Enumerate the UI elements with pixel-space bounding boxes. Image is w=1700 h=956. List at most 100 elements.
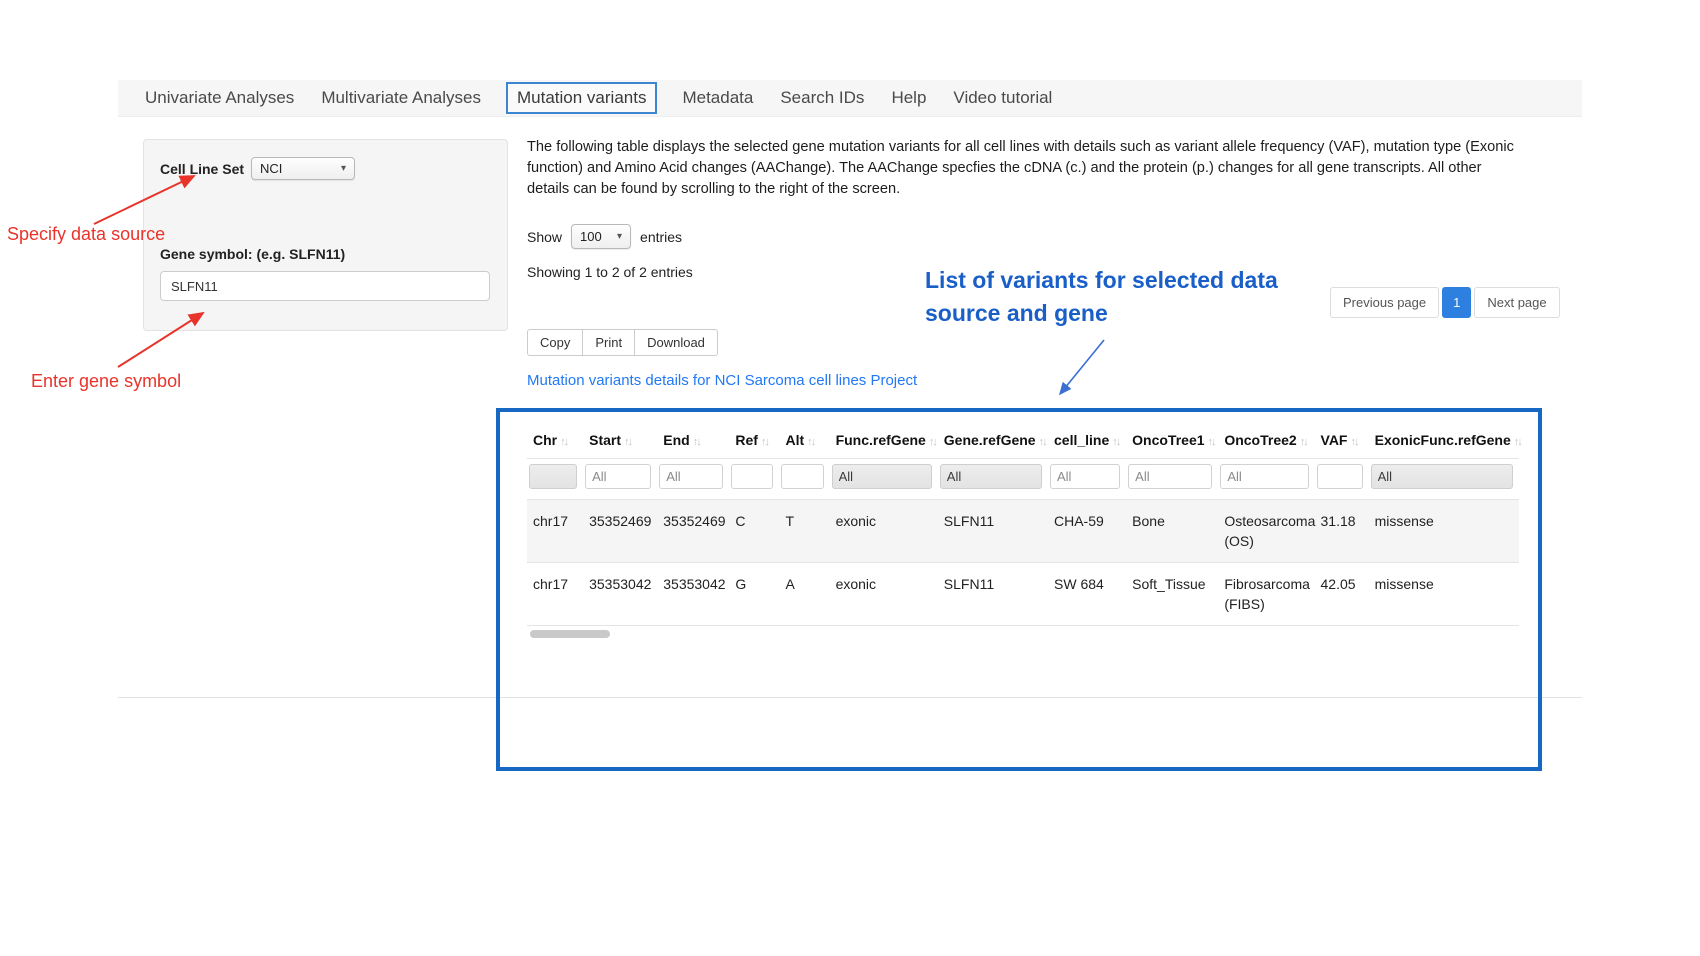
column-label: Gene.refGene — [944, 432, 1036, 448]
page-length-value: 100 — [580, 229, 602, 244]
print-button[interactable]: Print — [582, 329, 635, 356]
blue-arrow-to-table — [1040, 336, 1120, 404]
top-navigation: Univariate Analyses Multivariate Analyses… — [118, 80, 1582, 117]
table-cell: SLFN11 — [938, 563, 1048, 626]
annotation-enter-gene-symbol: Enter gene symbol — [31, 371, 181, 392]
tab-search-ids[interactable]: Search IDs — [778, 82, 866, 114]
column-header-gene-refgene[interactable]: Gene.refGene↑↓ — [938, 422, 1048, 459]
table-cell: CHA-59 — [1048, 500, 1126, 563]
column-header-cell-line[interactable]: cell_line↑↓ — [1048, 422, 1126, 459]
table-cell: chr17 — [527, 563, 583, 626]
table-cell: Fibrosarcoma (FIBS) — [1218, 563, 1314, 626]
sort-icon: ↑↓ — [1112, 436, 1119, 448]
table-cell: SLFN11 — [938, 500, 1048, 563]
copy-button[interactable]: Copy — [527, 329, 583, 356]
previous-page-button[interactable]: Previous page — [1330, 287, 1439, 318]
export-button-group: Copy Print Download — [527, 329, 718, 356]
filter-gene-refgene[interactable] — [940, 464, 1042, 489]
horizontal-scrollbar[interactable] — [527, 629, 1519, 639]
filter-exonicfunc-refgene[interactable] — [1371, 464, 1513, 489]
column-header-chr[interactable]: Chr↑↓ — [527, 422, 583, 459]
filter-cell — [729, 459, 779, 500]
table-cell: Osteosarcoma (OS) — [1218, 500, 1314, 563]
filter-end[interactable] — [659, 464, 723, 489]
filter-cell — [657, 459, 729, 500]
tab-video-tutorial[interactable]: Video tutorial — [951, 82, 1054, 114]
tab-univariate-analyses[interactable]: Univariate Analyses — [143, 82, 296, 114]
annotation-variants-list: List of variants for selected data sourc… — [925, 264, 1323, 330]
filter-cell — [1218, 459, 1314, 500]
filter-chr[interactable] — [529, 464, 577, 489]
table-title-link[interactable]: Mutation variants details for NCI Sarcom… — [527, 372, 917, 389]
sort-icon: ↑↓ — [560, 436, 567, 448]
column-label: OncoTree1 — [1132, 432, 1204, 448]
column-label: Ref — [735, 432, 758, 448]
table-cell: chr17 — [527, 500, 583, 563]
tab-help[interactable]: Help — [889, 82, 928, 114]
column-label: ExonicFunc.refGene — [1375, 432, 1511, 448]
filter-alt[interactable] — [781, 464, 823, 489]
filter-oncotree2[interactable] — [1220, 464, 1308, 489]
pagination: Previous page 1 Next page — [1330, 287, 1560, 318]
column-header-ref[interactable]: Ref↑↓ — [729, 422, 779, 459]
column-header-start[interactable]: Start↑↓ — [583, 422, 657, 459]
filter-oncotree1[interactable] — [1128, 464, 1212, 489]
column-header-oncotree1[interactable]: OncoTree1↑↓ — [1126, 422, 1218, 459]
table-cell: 35352469 — [657, 500, 729, 563]
table-row[interactable]: chr173535246935352469CTexonicSLFN11CHA-5… — [527, 500, 1519, 563]
filter-cell — [583, 459, 657, 500]
nav-tabs: Univariate Analyses Multivariate Analyses… — [118, 80, 1582, 116]
gene-symbol-input[interactable] — [160, 271, 490, 301]
column-label: End — [663, 432, 689, 448]
column-header-alt[interactable]: Alt↑↓ — [779, 422, 829, 459]
current-page-button[interactable]: 1 — [1442, 287, 1471, 318]
page-length-select[interactable]: 100 ▾ — [571, 224, 631, 249]
cell-line-set-row: Cell Line Set NCI ▾ — [160, 157, 491, 180]
column-header-func-refgene[interactable]: Func.refGene↑↓ — [830, 422, 938, 459]
filter-start[interactable] — [585, 464, 651, 489]
column-label: Chr — [533, 432, 557, 448]
filter-func-refgene[interactable] — [832, 464, 932, 489]
tab-metadata[interactable]: Metadata — [680, 82, 755, 114]
column-header-exonicfunc-refgene[interactable]: ExonicFunc.refGene↑↓ — [1369, 422, 1519, 459]
cell-line-set-value: NCI — [260, 161, 282, 176]
table-cell: 31.18 — [1315, 500, 1369, 563]
sort-icon: ↑↓ — [1350, 436, 1357, 448]
column-header-end[interactable]: End↑↓ — [657, 422, 729, 459]
download-button[interactable]: Download — [634, 329, 718, 356]
filter-ref[interactable] — [731, 464, 773, 489]
table-cell: 35353042 — [583, 563, 657, 626]
sort-icon: ↑↓ — [807, 436, 814, 448]
table-cell: exonic — [830, 563, 938, 626]
scrollbar-thumb[interactable] — [530, 630, 610, 638]
sort-icon: ↑↓ — [1300, 436, 1307, 448]
table-header-row: Chr↑↓Start↑↓End↑↓Ref↑↓Alt↑↓Func.refGene↑… — [527, 422, 1519, 459]
entries-label: entries — [640, 229, 682, 245]
sort-icon: ↑↓ — [1514, 436, 1521, 448]
table-cell: SW 684 — [1048, 563, 1126, 626]
table-filter-row — [527, 459, 1519, 500]
red-arrow-to-gene-input — [108, 303, 218, 373]
table-cell: A — [779, 563, 829, 626]
variants-table: Chr↑↓Start↑↓End↑↓Ref↑↓Alt↑↓Func.refGene↑… — [527, 422, 1519, 626]
table-cell: 42.05 — [1315, 563, 1369, 626]
table-cell: Bone — [1126, 500, 1218, 563]
page-length-control: Show 100 ▾ entries — [527, 224, 682, 249]
tab-multivariate-analyses[interactable]: Multivariate Analyses — [319, 82, 483, 114]
column-label: Func.refGene — [836, 432, 926, 448]
cell-line-set-select[interactable]: NCI ▾ — [251, 157, 355, 180]
filter-cell — [938, 459, 1048, 500]
next-page-button[interactable]: Next page — [1474, 287, 1559, 318]
table-cell: 35352469 — [583, 500, 657, 563]
column-header-vaf[interactable]: VAF↑↓ — [1315, 422, 1369, 459]
filter-vaf[interactable] — [1317, 464, 1363, 489]
filter-cell — [1369, 459, 1519, 500]
app-root: Univariate Analyses Multivariate Analyses… — [0, 0, 1700, 956]
show-label: Show — [527, 229, 562, 245]
filter-cell — [527, 459, 583, 500]
tab-mutation-variants[interactable]: Mutation variants — [506, 82, 657, 114]
table-row[interactable]: chr173535304235353042GAexonicSLFN11SW 68… — [527, 563, 1519, 626]
chevron-down-icon: ▾ — [341, 163, 346, 174]
column-header-oncotree2[interactable]: OncoTree2↑↓ — [1218, 422, 1314, 459]
filter-cell-line[interactable] — [1050, 464, 1120, 489]
